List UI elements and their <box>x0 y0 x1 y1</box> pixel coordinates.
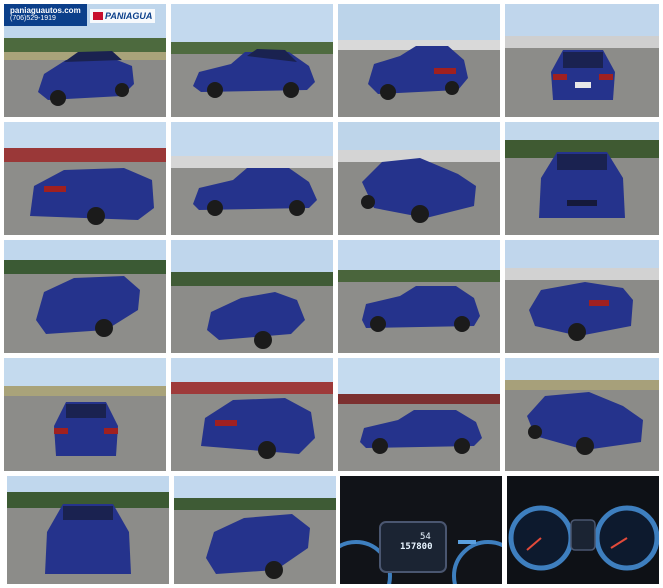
car-photo-left <box>338 240 500 353</box>
photo-thumbnail-18[interactable] <box>174 476 336 584</box>
photo-thumbnail-3[interactable] <box>338 4 500 117</box>
photo-thumbnail-19[interactable]: 54 157800 <box>340 476 502 584</box>
car-photo-front <box>505 122 659 235</box>
car-photo-left <box>171 122 333 235</box>
photo-thumbnail-6[interactable] <box>171 122 333 235</box>
photo-gallery: paniaguautos.com (706)529-1919 PANIAGUA <box>4 4 659 584</box>
photo-thumbnail-10[interactable] <box>171 240 333 353</box>
photo-thumbnail-14[interactable] <box>171 358 333 471</box>
photo-thumbnail-8[interactable] <box>505 122 659 235</box>
dealer-website: paniaguautos.com <box>10 6 81 15</box>
car-photo-left <box>171 4 333 117</box>
photo-thumbnail-11[interactable] <box>338 240 500 353</box>
car-photo-front <box>7 476 169 584</box>
photo-thumbnail-12[interactable] <box>505 240 659 353</box>
photo-thumbnail-16[interactable] <box>505 358 659 471</box>
car-photo-rear <box>505 4 659 117</box>
car-photo-rear-left-far <box>4 122 166 235</box>
car-photo-rear-left <box>505 240 659 353</box>
photo-thumbnail-9[interactable] <box>4 240 166 353</box>
photo-thumbnail-2[interactable] <box>171 4 333 117</box>
car-photo-front-left <box>338 122 500 235</box>
odometer-cluster <box>340 476 502 584</box>
dealer-phone: (706)529-1919 <box>10 15 56 22</box>
car-photo-front-left <box>171 240 333 353</box>
photo-thumbnail-5[interactable] <box>4 122 166 235</box>
photo-thumbnail-13[interactable] <box>4 358 166 471</box>
odometer-miles: 157800 <box>400 542 433 552</box>
car-photo-front-left <box>4 240 166 353</box>
instrument-cluster <box>507 476 659 584</box>
photo-thumbnail-17[interactable] <box>7 476 169 584</box>
dealer-logo: PANIAGUA <box>90 9 156 23</box>
car-photo-left <box>338 358 500 471</box>
photo-thumbnail-15[interactable] <box>338 358 500 471</box>
dealer-brand: PANIAGUA <box>105 11 153 21</box>
photo-thumbnail-1[interactable]: paniaguautos.com (706)529-1919 PANIAGUA <box>4 4 166 117</box>
car-photo-rear-left <box>171 358 333 471</box>
photo-thumbnail-7[interactable] <box>338 122 500 235</box>
odometer-top-readout: 54 <box>420 532 431 542</box>
flag-icon <box>93 12 103 20</box>
car-photo-rear <box>4 358 166 471</box>
car-photo-front-left <box>174 476 336 584</box>
car-photo-rear-left <box>338 4 500 117</box>
photo-thumbnail-20[interactable] <box>507 476 659 584</box>
car-photo-front-left <box>505 358 659 471</box>
dealer-badge[interactable]: paniaguautos.com (706)529-1919 <box>4 4 87 26</box>
photo-thumbnail-4[interactable] <box>505 4 659 117</box>
